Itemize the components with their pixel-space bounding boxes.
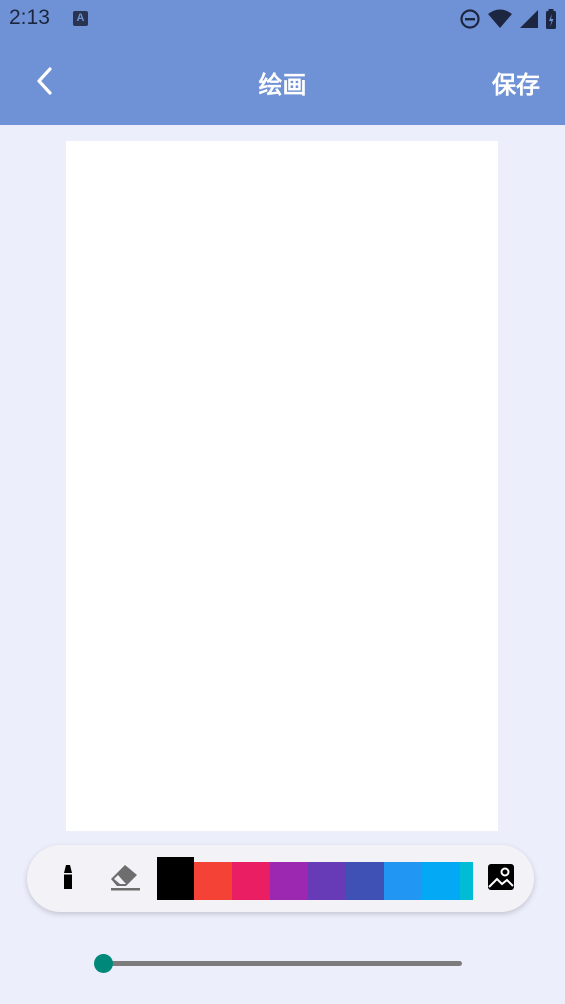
brush-size-slider[interactable] xyxy=(94,952,462,974)
pen-tool-button[interactable] xyxy=(51,861,85,895)
slider-track[interactable] xyxy=(102,961,462,966)
color-swatch-blue[interactable] xyxy=(384,862,422,900)
pen-icon xyxy=(64,865,72,889)
insert-image-button[interactable] xyxy=(486,862,516,892)
color-swatch-purple[interactable] xyxy=(270,862,308,900)
app-bar: 绘画 保存 xyxy=(0,38,565,125)
color-palette xyxy=(157,857,473,900)
image-icon xyxy=(488,864,514,890)
eraser-tool-button[interactable] xyxy=(107,861,141,895)
color-swatch-light-blue[interactable] xyxy=(422,862,460,900)
color-swatch-black[interactable] xyxy=(157,857,194,900)
wifi-icon xyxy=(488,9,512,28)
cell-signal-icon xyxy=(520,10,538,28)
eraser-icon xyxy=(111,865,140,891)
notification-icon: A xyxy=(73,11,88,26)
status-time: 2:13 xyxy=(9,6,50,29)
drawing-toolbar xyxy=(27,845,534,912)
status-bar: 2:13 A xyxy=(0,0,565,38)
color-swatch-red[interactable] xyxy=(194,862,232,900)
color-swatch-pink[interactable] xyxy=(232,862,270,900)
battery-icon xyxy=(546,9,556,29)
save-button[interactable]: 保存 xyxy=(492,65,540,100)
slider-thumb[interactable] xyxy=(94,954,113,973)
page-title: 绘画 xyxy=(258,71,307,99)
color-swatch-deep-purple[interactable] xyxy=(308,862,346,900)
drawing-canvas[interactable] xyxy=(66,141,498,831)
status-icons xyxy=(459,8,557,30)
color-swatch-indigo[interactable] xyxy=(346,862,384,900)
color-swatch-cyan[interactable] xyxy=(460,862,473,900)
do-not-disturb-icon xyxy=(460,9,480,29)
